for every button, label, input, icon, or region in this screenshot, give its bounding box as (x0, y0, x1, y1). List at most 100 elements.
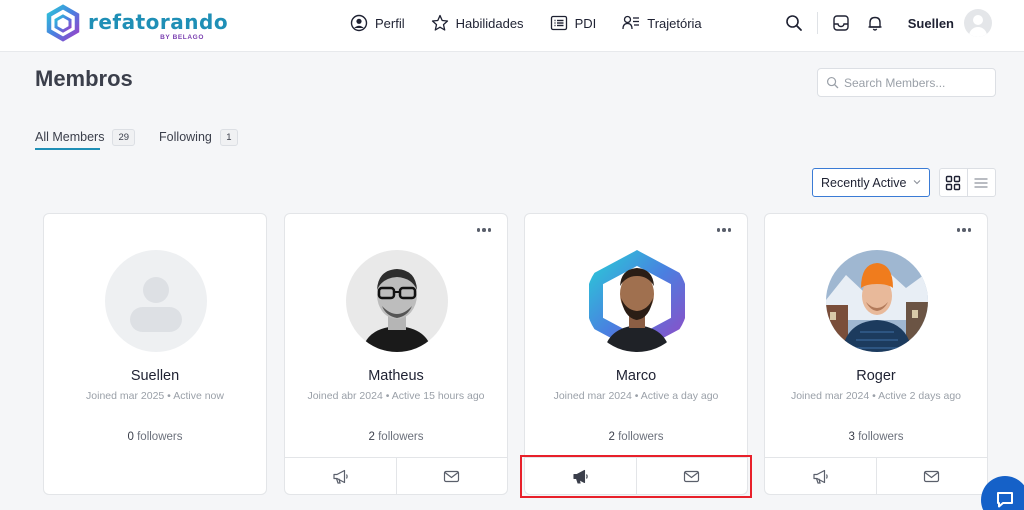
followers-label: followers (137, 431, 183, 443)
member-avatar[interactable] (586, 250, 688, 352)
member-meta: Joined mar 2024 • Active a day ago (553, 390, 719, 402)
nav-trajetoria-label: Trajetória (647, 15, 702, 31)
bell-icon (868, 16, 882, 31)
header-avatar[interactable] (964, 9, 992, 37)
sort-selected-value: Recently Active (821, 175, 907, 190)
nav-trajetoria[interactable]: Trajetória (622, 14, 702, 32)
followers-count: 2 (368, 431, 375, 443)
member-card[interactable]: Suellen Joined mar 2025 • Active now 0 f… (43, 213, 267, 495)
list-icon (974, 177, 988, 188)
member-joined: Joined mar 2024 (553, 390, 632, 402)
user-circle-icon (350, 14, 368, 32)
nav-pdi[interactable]: PDI (550, 14, 597, 32)
header-divider (816, 12, 818, 34)
inbox-icon (833, 15, 849, 31)
member-followers: 2 followers (285, 431, 507, 443)
grid-view-button[interactable] (940, 169, 968, 196)
member-photo-roger (826, 250, 928, 352)
followers-label: followers (618, 431, 664, 443)
member-joined: Joined mar 2025 (86, 390, 165, 402)
member-name[interactable]: Suellen (44, 368, 266, 384)
brand-sub: BY BELAGO (160, 34, 204, 41)
member-active: Active 2 days ago (878, 390, 962, 402)
tab-all-members[interactable]: All Members 29 (35, 125, 136, 150)
member-joined: Joined mar 2024 (790, 390, 870, 402)
chevron-down-icon (913, 180, 921, 185)
megaphone-icon (813, 469, 828, 484)
tab-following-label: Following (159, 130, 212, 144)
member-name[interactable]: Roger (765, 368, 987, 384)
envelope-icon (924, 470, 940, 482)
megaphone-icon (333, 469, 348, 484)
member-joined: Joined abr 2024 (307, 390, 383, 402)
brand-logo[interactable]: refatorando BY BELAGO (44, 4, 228, 44)
member-avatar[interactable] (826, 250, 928, 352)
star-icon (431, 14, 448, 31)
member-tabs: All Members 29 Following 1 (35, 125, 262, 150)
member-card[interactable]: Matheus Joined abr 2024 • Active 15 hour… (284, 213, 508, 495)
followers-label: followers (858, 431, 904, 443)
tab-following-count: 1 (219, 128, 238, 146)
search-input[interactable] (844, 75, 994, 90)
chat-icon (997, 492, 1013, 508)
member-search[interactable] (817, 68, 996, 97)
tab-following[interactable]: Following 1 (159, 125, 238, 149)
member-followers: 2 followers (525, 431, 747, 443)
followers-label: followers (378, 431, 424, 443)
header-tools: Suellen (785, 0, 992, 46)
envelope-icon (444, 470, 460, 482)
hexagon-logo-icon (46, 4, 80, 42)
search-icon (826, 76, 839, 89)
card-actions (285, 457, 507, 494)
member-meta: Joined mar 2025 • Active now (86, 390, 224, 402)
more-options-icon[interactable] (956, 228, 971, 232)
page-title: Membros (35, 66, 133, 91)
member-photo-marco (586, 250, 688, 352)
nav-habilidades-label: Habilidades (455, 15, 524, 31)
list-view-button[interactable] (968, 169, 995, 196)
avatar-placeholder[interactable] (105, 250, 207, 352)
main-nav: Perfil Habilidades PDI Trajetória (350, 0, 728, 46)
member-photo-matheus (346, 250, 448, 352)
member-followers: 3 followers (765, 431, 987, 443)
member-active: Active 15 hours ago (391, 390, 485, 402)
nav-perfil-label: Perfil (375, 15, 405, 31)
notifications-button[interactable] (866, 14, 884, 32)
followers-count: 2 (608, 431, 615, 443)
member-followers: 0 followers (44, 431, 266, 443)
inbox-button[interactable] (832, 14, 850, 32)
header-user-name[interactable]: Suellen (908, 16, 954, 31)
message-button[interactable] (395, 458, 508, 494)
message-button[interactable] (875, 458, 988, 494)
top-bar: refatorando BY BELAGO Perfil Habilidades… (0, 0, 1024, 52)
sort-select[interactable]: Recently Active (812, 168, 930, 197)
member-avatar[interactable] (346, 250, 448, 352)
member-name[interactable]: Matheus (285, 368, 507, 384)
card-actions (765, 457, 987, 494)
member-meta: Joined abr 2024 • Active 15 hours ago (307, 390, 485, 402)
follow-button[interactable] (285, 458, 396, 494)
member-card[interactable]: Marco Joined mar 2024 • Active a day ago… (524, 213, 748, 495)
member-active: Active a day ago (640, 390, 719, 402)
default-user-icon (105, 250, 207, 352)
follow-button[interactable] (765, 458, 876, 494)
search-button[interactable] (785, 14, 803, 32)
followers-count: 3 (848, 431, 855, 443)
more-options-icon[interactable] (716, 228, 731, 232)
nav-perfil[interactable]: Perfil (350, 14, 405, 32)
highlight-box (520, 455, 752, 498)
nav-habilidades[interactable]: Habilidades (431, 14, 524, 32)
member-meta: Joined mar 2024 • Active 2 days ago (790, 390, 962, 402)
nav-pdi-label: PDI (574, 15, 597, 31)
search-icon (785, 15, 802, 31)
member-active: Active now (173, 390, 224, 402)
tab-all-members-count: 29 (112, 128, 136, 146)
view-toggle (939, 168, 996, 197)
list-box-icon (550, 15, 567, 31)
more-options-icon[interactable] (476, 228, 491, 232)
tab-all-members-label: All Members (35, 130, 105, 144)
member-card[interactable]: Roger Joined mar 2024 • Active 2 days ag… (764, 213, 988, 495)
user-list-icon (622, 15, 640, 30)
grid-icon (946, 175, 961, 190)
member-name[interactable]: Marco (525, 368, 747, 384)
